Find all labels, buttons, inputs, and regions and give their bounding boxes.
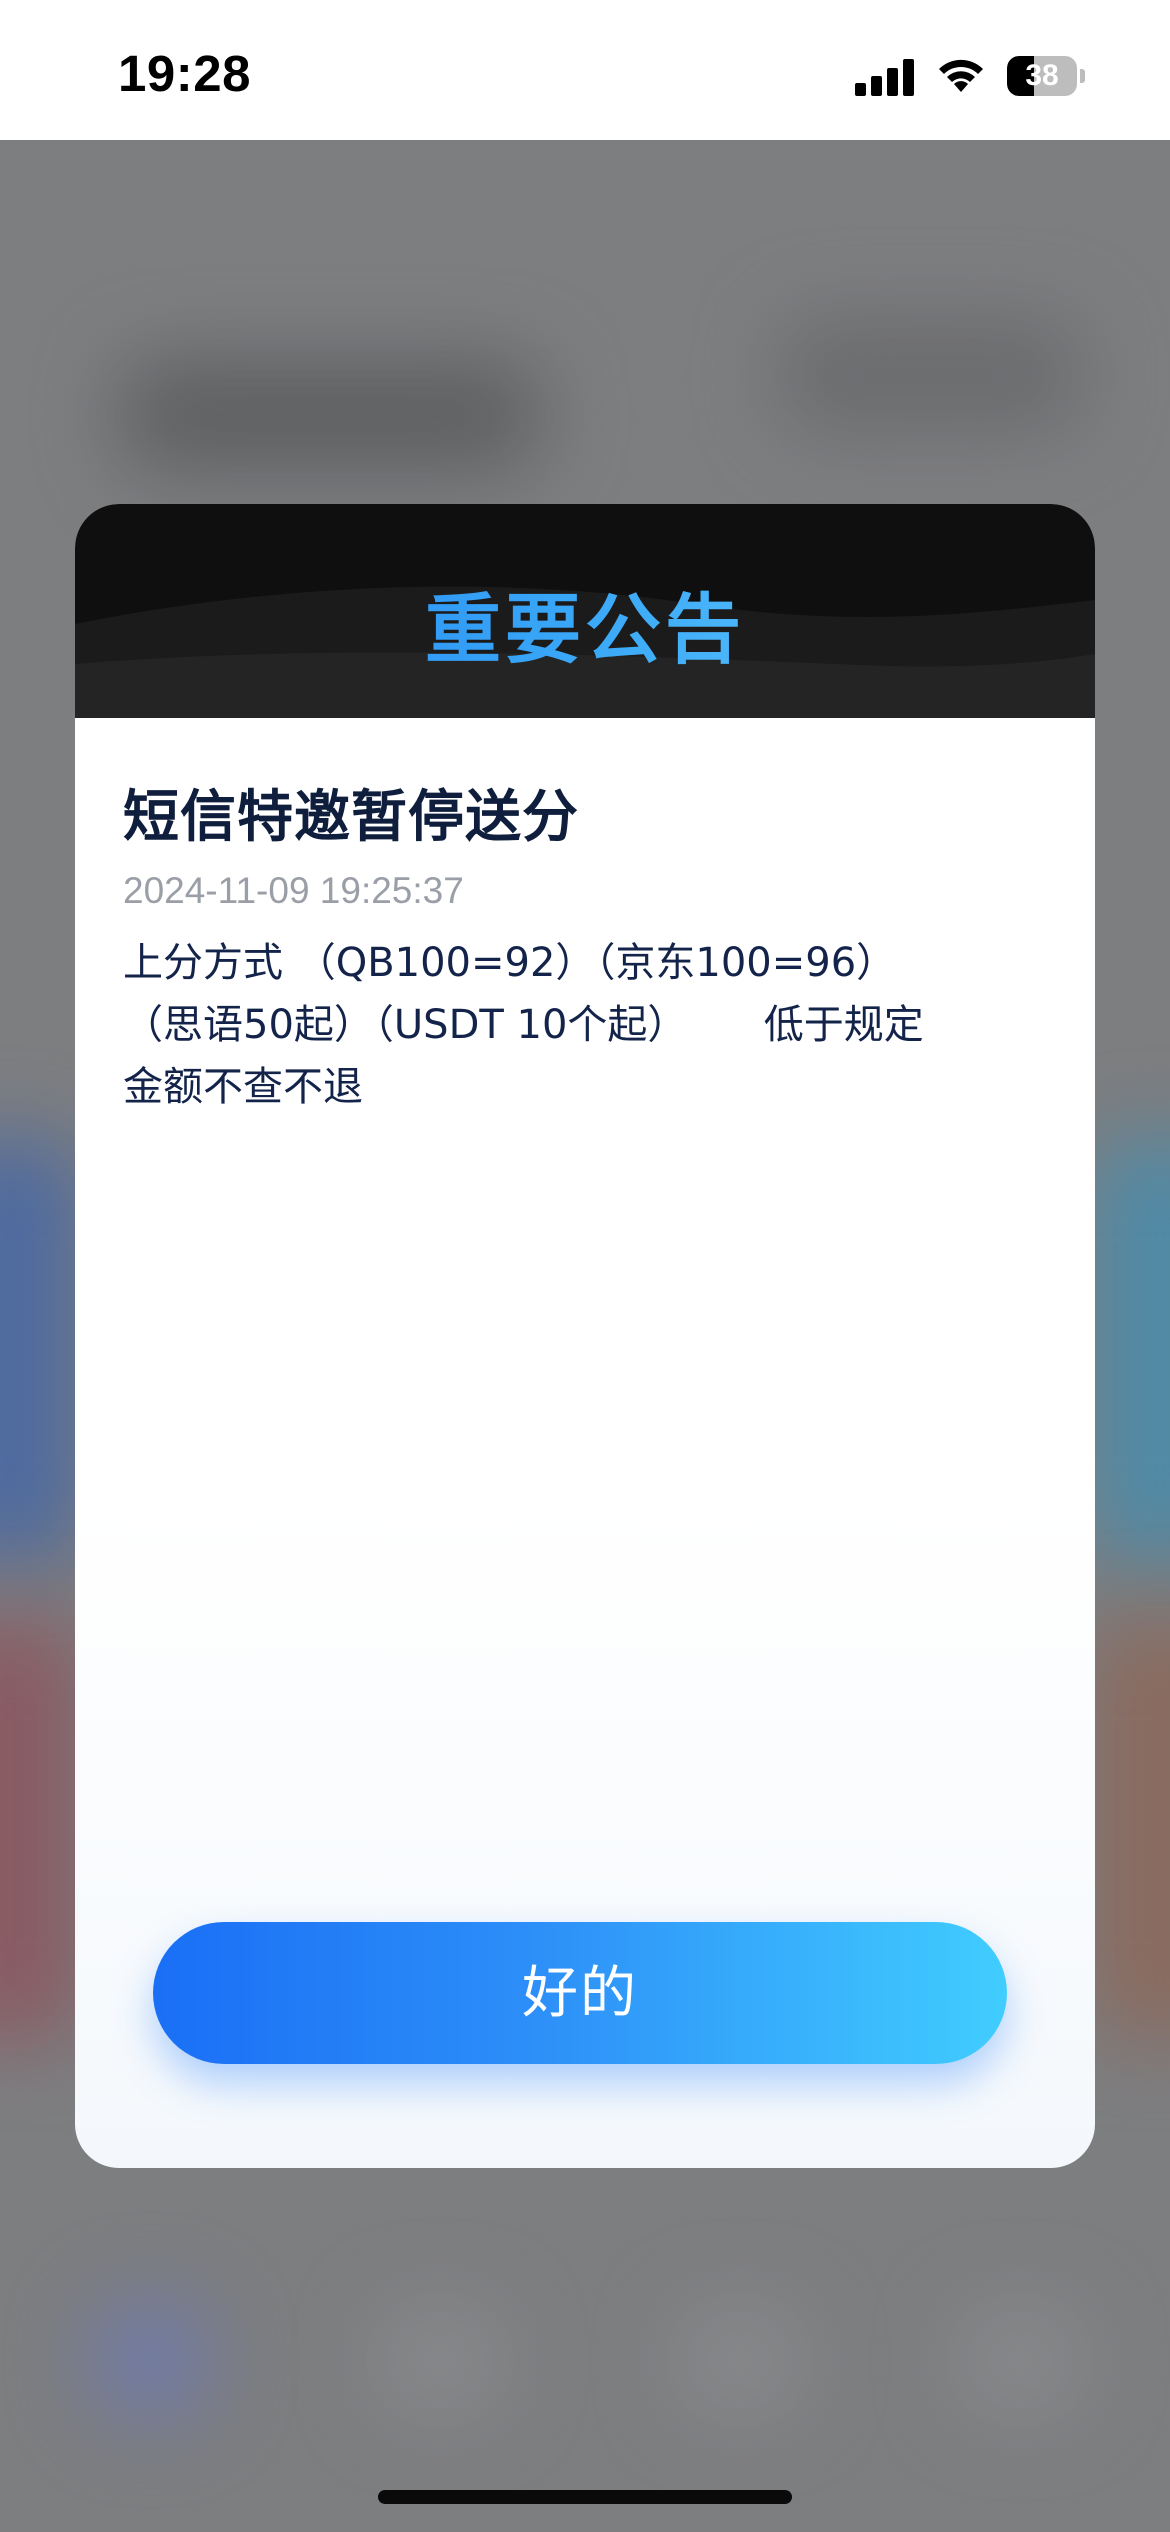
background-blob [90, 2300, 210, 2420]
announcement-modal: 重要公告 短信特邀暂停送分 2024-11-09 19:25:37 上分方式 （… [75, 504, 1095, 2168]
background-blob [1090, 1620, 1170, 2040]
modal-header: 重要公告 [75, 504, 1095, 718]
notice-title: 短信特邀暂停送分 [123, 785, 579, 850]
background-blob [120, 360, 540, 470]
background-blob [960, 2310, 1080, 2410]
battery-cap [1080, 69, 1085, 83]
background-blob [380, 2310, 500, 2410]
background-blob [0, 1140, 80, 1560]
status-time: 19:28 [118, 45, 251, 102]
notice-body: 上分方式 （QB100=92）（京东100=96） （思语50起）（USDT 1… [123, 940, 924, 1110]
battery-body: 38 [1007, 56, 1077, 96]
wifi-icon [935, 52, 987, 96]
background-blob [0, 1620, 80, 2040]
background-blob [780, 320, 1080, 430]
home-indicator[interactable] [378, 2490, 792, 2504]
notice-date: 2024-11-09 19:25:37 [123, 870, 464, 911]
status-bar: 19:28 38 [0, 0, 1170, 140]
battery-level-text: 38 [1025, 59, 1059, 92]
battery-icon: 38 [1007, 56, 1087, 98]
modal-title: 重要公告 [75, 568, 1095, 678]
background-blob [1090, 1140, 1170, 1560]
ok-button-label: 好的 [522, 1961, 638, 2026]
ok-button[interactable]: 好的 [153, 1922, 1007, 2064]
background-blob [680, 2310, 800, 2410]
cellular-signal-icon [855, 56, 915, 96]
